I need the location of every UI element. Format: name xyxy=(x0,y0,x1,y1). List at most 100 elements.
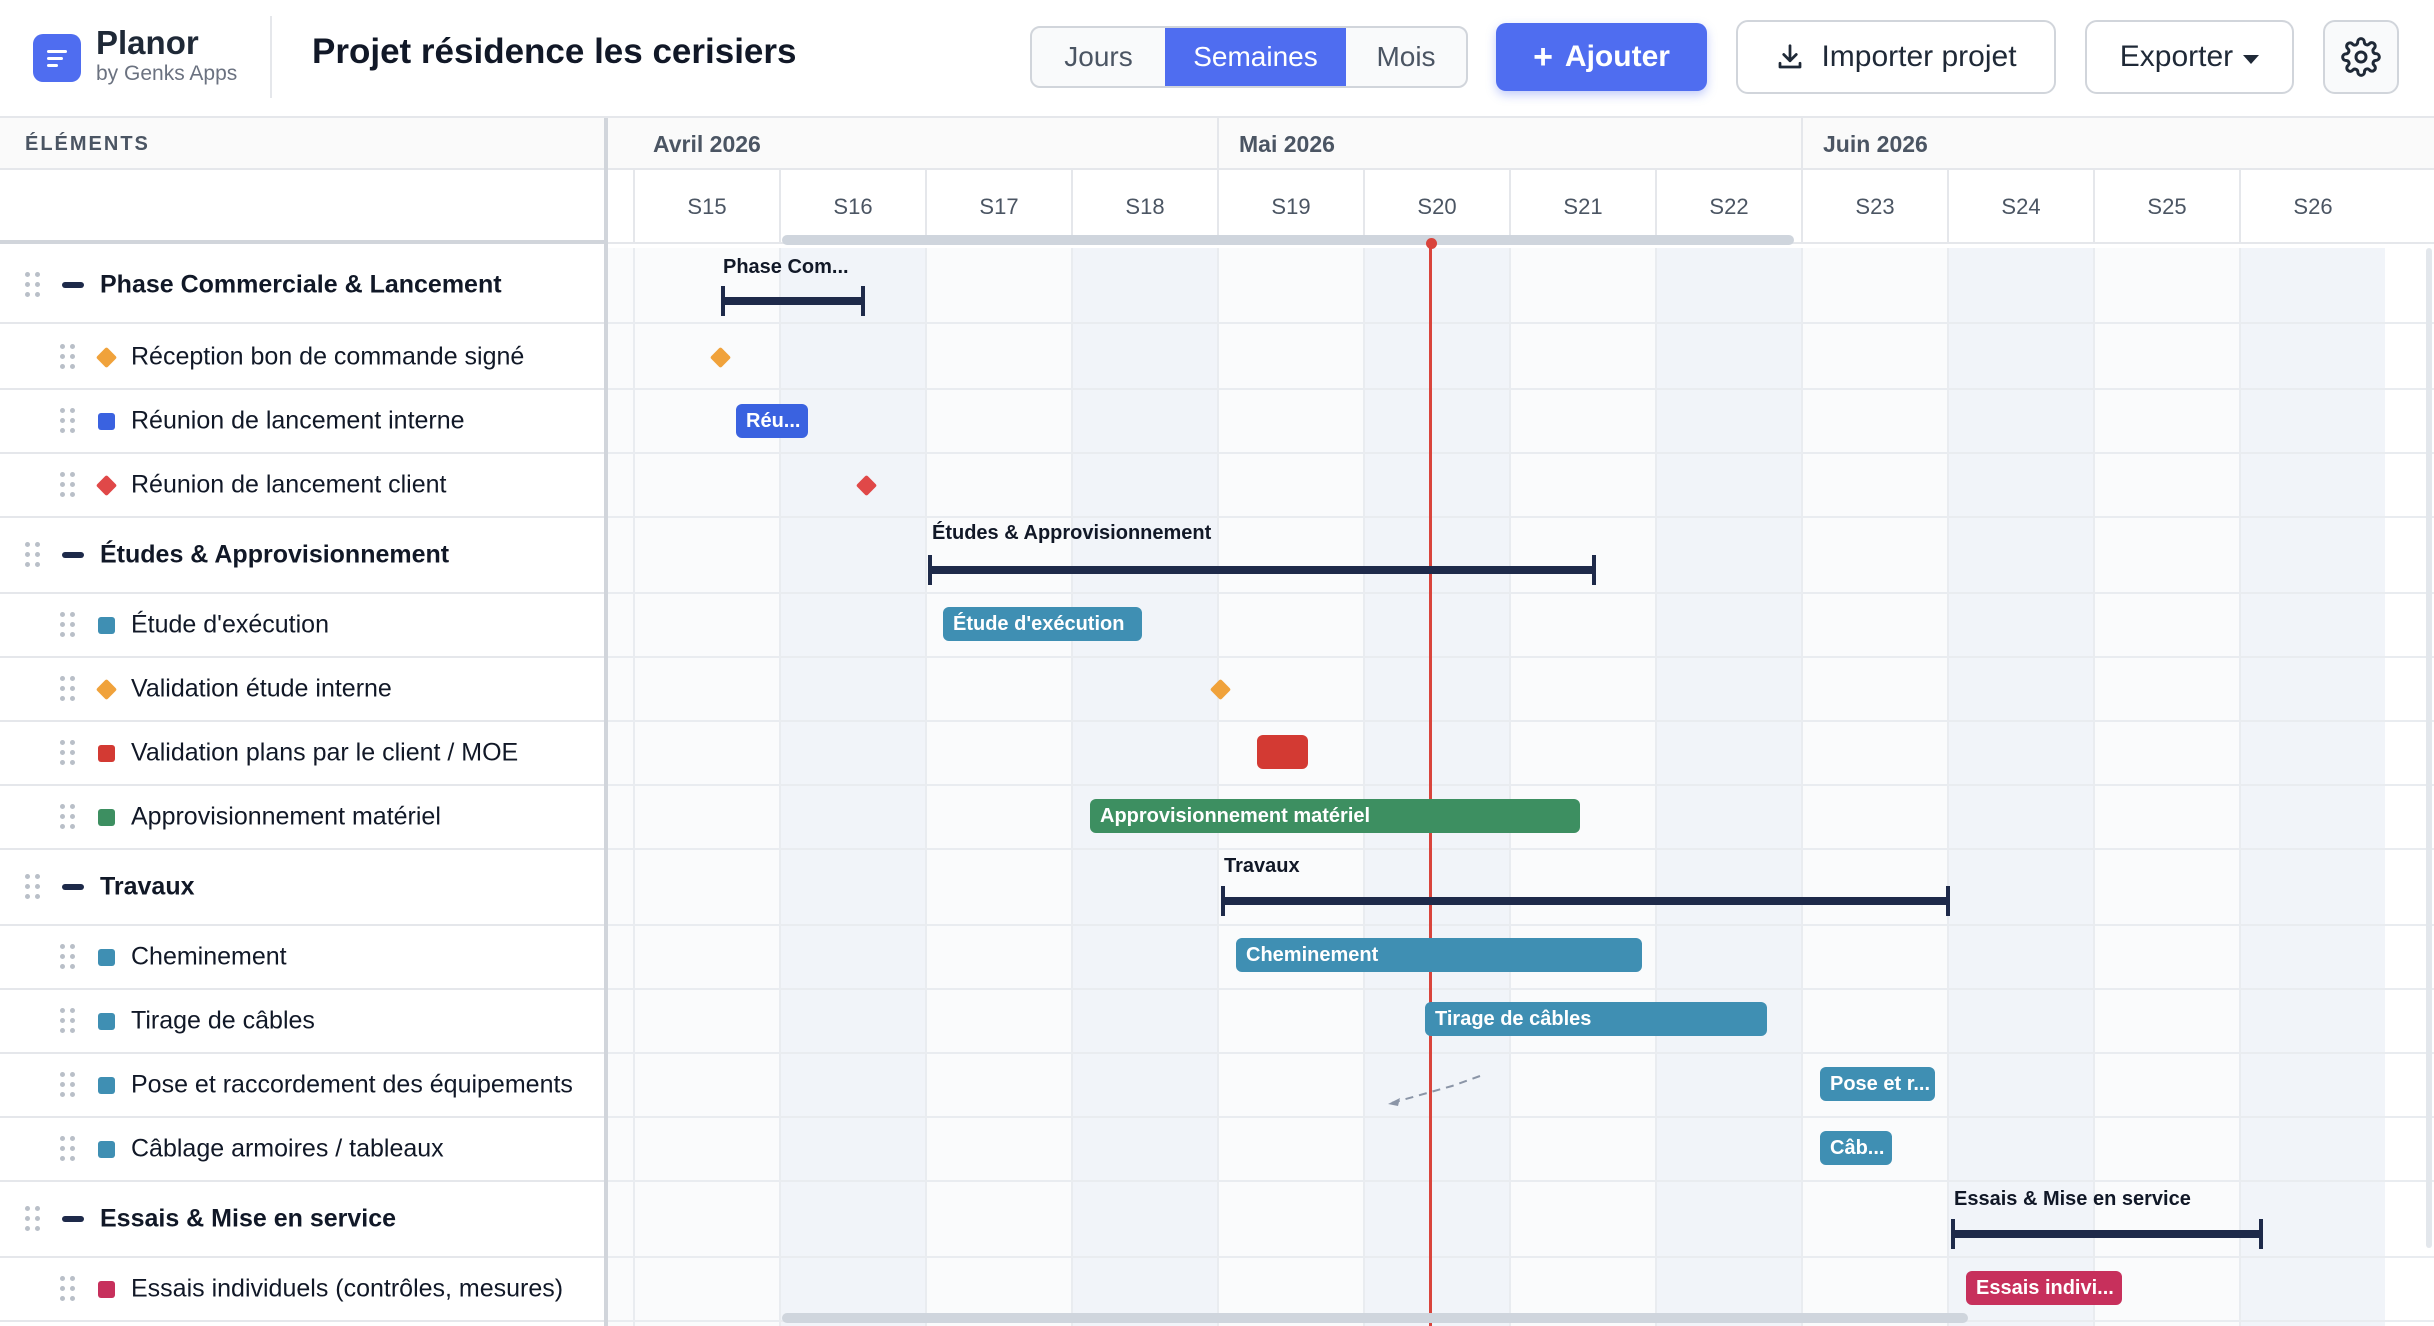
horizontal-scrollbar-top[interactable] xyxy=(782,235,1794,245)
element-row[interactable]: Essais individuels (contrôles, mesures) xyxy=(0,1258,604,1322)
element-row[interactable]: Tirage de câbles xyxy=(0,990,604,1054)
task-color-icon xyxy=(98,745,115,762)
week-header-cell: S17 xyxy=(925,170,1071,244)
drag-handle-icon[interactable] xyxy=(60,344,76,370)
phase-summary-bar[interactable] xyxy=(928,555,1596,585)
element-row[interactable]: Réunion de lancement client xyxy=(0,454,604,518)
drag-handle-icon[interactable] xyxy=(25,874,41,900)
week-header-cell: S20 xyxy=(1363,170,1509,244)
drag-handle-icon[interactable] xyxy=(60,1008,76,1034)
month-label: Avril 2026 xyxy=(653,131,761,157)
view-option-semaines[interactable]: Semaines xyxy=(1165,28,1346,86)
element-row[interactable]: Validation plans par le client / MOE xyxy=(0,722,604,786)
week-header-cell: S21 xyxy=(1509,170,1655,244)
task-bar[interactable]: Tirage de câbles xyxy=(1425,1002,1767,1036)
view-option-jours[interactable]: Jours xyxy=(1032,28,1165,86)
phase-icon xyxy=(62,282,84,288)
element-label: Réunion de lancement client xyxy=(131,470,447,499)
drag-handle-icon[interactable] xyxy=(60,804,76,830)
element-row[interactable]: Validation étude interne xyxy=(0,658,604,722)
task-bar[interactable]: Étude d'exécution xyxy=(943,607,1142,641)
settings-button[interactable] xyxy=(2323,20,2399,94)
grid-row xyxy=(608,248,2434,324)
task-color-icon xyxy=(98,1141,115,1158)
task-bar[interactable]: Cheminement xyxy=(1236,938,1642,972)
element-label: Approvisionnement matériel xyxy=(131,802,441,831)
element-label: Étude d'exécution xyxy=(131,610,329,639)
drag-handle-icon[interactable] xyxy=(25,542,41,568)
horizontal-scrollbar-bottom[interactable] xyxy=(782,1313,1968,1323)
phase-row[interactable]: Essais & Mise en service xyxy=(0,1182,604,1258)
phase-summary-bar[interactable] xyxy=(1951,1219,2263,1249)
app-header: Planor by Genks Apps Projet résidence le… xyxy=(0,0,2434,118)
element-row[interactable]: Câblage armoires / tableaux xyxy=(0,1118,604,1182)
phase-bar-label: Phase Com... xyxy=(723,256,849,278)
download-icon xyxy=(1779,44,1802,69)
element-row[interactable]: Réception bon de commande signé xyxy=(0,326,604,390)
phase-bar-label: Études & Approvisionnement xyxy=(932,522,1212,544)
drag-handle-icon[interactable] xyxy=(60,944,76,970)
drag-handle-icon[interactable] xyxy=(60,612,76,638)
task-color-icon xyxy=(98,1281,115,1298)
phase-row[interactable]: Études & Approvisionnement xyxy=(0,518,604,594)
drag-handle-icon[interactable] xyxy=(25,272,41,298)
phase-row[interactable]: Phase Commerciale & Lancement xyxy=(0,248,604,324)
task-bar[interactable]: Approvisionnement matériel xyxy=(1090,799,1580,833)
phase-row[interactable]: Travaux xyxy=(0,850,604,926)
plus-icon: + xyxy=(1533,37,1553,76)
drag-handle-icon[interactable] xyxy=(60,740,76,766)
milestone-diamond-icon xyxy=(95,346,118,369)
grid-row xyxy=(608,326,2434,390)
week-header-cell: S19 xyxy=(1217,170,1363,244)
task-bar[interactable]: Essais indivi... xyxy=(1966,1271,2122,1305)
month-header-cell: Mai 2026 xyxy=(1217,118,1801,170)
drag-handle-icon[interactable] xyxy=(60,472,76,498)
drag-handle-icon[interactable] xyxy=(25,1206,41,1232)
import-button-label: Importer projet xyxy=(1821,40,2017,73)
drag-handle-icon[interactable] xyxy=(60,408,76,434)
grid-row xyxy=(608,1118,2434,1182)
element-row[interactable]: Pose et raccordement des équipements xyxy=(0,1054,604,1118)
view-toggle: Jours Semaines Mois xyxy=(1030,26,1468,88)
week-header-cell: S26 xyxy=(2239,170,2385,244)
month-label: Mai 2026 xyxy=(1239,131,1335,157)
element-row[interactable]: Étude d'exécution xyxy=(0,594,604,658)
task-bar[interactable] xyxy=(1257,735,1308,769)
milestone-diamond-icon xyxy=(95,474,118,497)
grid-row xyxy=(608,390,2434,454)
element-row[interactable]: Réunion de lancement interne xyxy=(0,390,604,454)
element-label: Cheminement xyxy=(131,942,287,971)
element-row[interactable]: Cheminement xyxy=(0,926,604,990)
chevron-down-icon xyxy=(2243,54,2260,64)
add-button[interactable]: + Ajouter xyxy=(1496,23,1707,91)
phase-summary-bar[interactable] xyxy=(1221,886,1950,916)
task-bar[interactable]: Réu... xyxy=(736,404,808,438)
elements-header-spacer xyxy=(0,170,604,244)
vertical-scrollbar[interactable] xyxy=(2426,248,2432,1248)
phase-summary-bar[interactable] xyxy=(721,286,865,316)
gantt-grid xyxy=(608,248,2434,1326)
week-header: S15 S16 S17 S18 S19 S20 S21 S22 S23 S24 S25 S26 xyxy=(608,170,2434,244)
grid-row xyxy=(608,1054,2434,1118)
drag-handle-icon[interactable] xyxy=(60,1072,76,1098)
app-logo-icon xyxy=(33,34,81,82)
element-label: Tirage de câbles xyxy=(131,1006,315,1035)
drag-handle-icon[interactable] xyxy=(60,1136,76,1162)
elements-header: ÉLÉMENTS xyxy=(0,118,604,170)
project-title: Projet résidence les cerisiers xyxy=(312,32,797,71)
phase-icon xyxy=(62,552,84,558)
task-bar[interactable]: Câb... xyxy=(1820,1131,1892,1165)
drag-handle-icon[interactable] xyxy=(60,1276,76,1302)
import-project-button[interactable]: Importer projet xyxy=(1736,20,2056,94)
export-button[interactable]: Exporter xyxy=(2085,20,2294,94)
view-option-mois[interactable]: Mois xyxy=(1346,28,1466,86)
phase-bar-label: Essais & Mise en service xyxy=(1954,1188,2191,1210)
month-label: Juin 2026 xyxy=(1823,131,1928,157)
element-label: Essais & Mise en service xyxy=(100,1204,397,1233)
element-row[interactable]: Approvisionnement matériel xyxy=(0,786,604,850)
task-bar[interactable]: Pose et r... xyxy=(1820,1067,1935,1101)
task-color-icon xyxy=(98,949,115,966)
grid-row xyxy=(608,594,2434,658)
drag-handle-icon[interactable] xyxy=(60,676,76,702)
milestone-diamond-icon xyxy=(95,678,118,701)
